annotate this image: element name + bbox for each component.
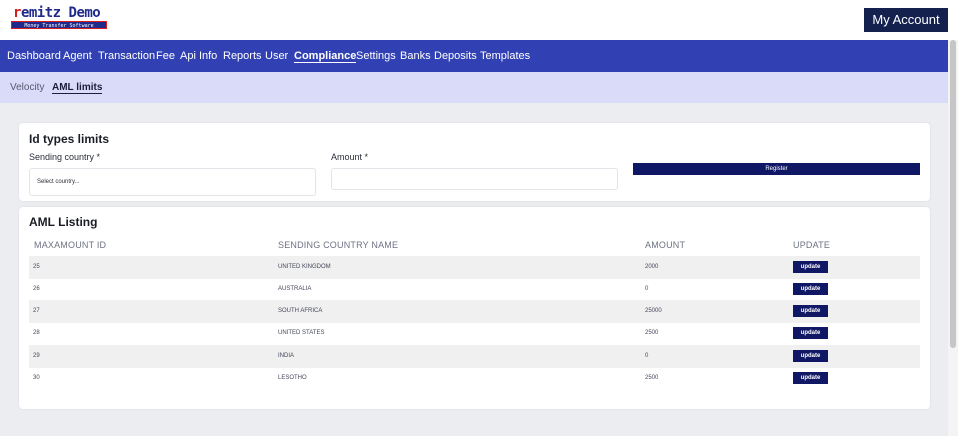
table-row: 28 UNITED STATES 2500 update (29, 322, 920, 345)
nav-item-fee[interactable]: Fee (156, 40, 175, 72)
column-header-sending-country: SENDING COUNTRY NAME (278, 240, 399, 250)
cell-id: 28 (33, 330, 40, 336)
form-title: Id types limits (29, 132, 110, 146)
aml-listing-card: AML Listing MAXAMOUNT ID SENDING COUNTRY… (19, 207, 930, 409)
cell-id: 29 (33, 353, 40, 359)
cell-id: 27 (33, 308, 40, 314)
listing-title: AML Listing (29, 215, 98, 229)
cell-country: SOUTH AFRICA (278, 308, 323, 314)
table-row: 26 AUSTRALIA 0 update (29, 278, 920, 301)
brand-logo[interactable]: remitz Demo Money Transfer Software (11, 5, 108, 30)
column-header-maxamount-id: MAXAMOUNT ID (34, 240, 107, 250)
cell-amount: 2500 (645, 330, 659, 336)
logo-text: remitz Demo (13, 5, 101, 21)
update-button[interactable]: update (793, 372, 828, 384)
amount-label: Amount * (331, 152, 369, 162)
update-button[interactable]: update (793, 261, 828, 273)
sending-country-label: Sending country * (29, 152, 101, 162)
cell-country: UNITED KINGDOM (278, 264, 331, 270)
update-button[interactable]: update (793, 305, 828, 317)
register-button[interactable]: Register (633, 163, 920, 175)
logo-tagline: Money Transfer Software (11, 21, 107, 29)
cell-country: LESOTHO (278, 375, 307, 381)
nav-item-dashboard[interactable]: Dashboard (7, 40, 61, 72)
sending-country-select[interactable]: Select country... (29, 168, 316, 196)
nav-item-reports[interactable]: Reports (223, 40, 262, 72)
cell-id: 25 (33, 264, 40, 270)
column-header-update: UPDATE (793, 240, 831, 250)
nav-item-templates[interactable]: Templates (480, 40, 530, 72)
table-row: 25 UNITED KINGDOM 2000 update (29, 256, 920, 279)
cell-amount: 0 (645, 353, 649, 359)
nav-item-banks[interactable]: Banks (400, 40, 431, 72)
table-row: 27 SOUTH AFRICA 25000 update (29, 300, 920, 323)
cell-id: 26 (33, 286, 40, 292)
subnav-item-aml-limits[interactable]: AML limits (52, 72, 103, 103)
nav-item-agent[interactable]: Agent (63, 40, 92, 72)
table-row: 30 LESOTHO 2500 update (29, 367, 920, 390)
amount-input[interactable] (331, 168, 618, 190)
cell-country: INDIA (278, 353, 295, 359)
nav-item-compliance[interactable]: Compliance (294, 40, 357, 72)
column-header-amount: AMOUNT (645, 240, 686, 250)
nav-item-user[interactable]: User (265, 40, 288, 72)
cell-country: UNITED STATES (278, 330, 325, 336)
cell-amount: 2500 (645, 375, 659, 381)
update-button[interactable]: update (793, 283, 828, 295)
update-button[interactable]: update (793, 327, 828, 339)
id-types-limits-card: Id types limits Sending country * Select… (19, 123, 930, 201)
cell-amount: 0 (645, 286, 649, 292)
update-button[interactable]: update (793, 350, 828, 362)
compliance-subnav: Velocity AML limits (0, 72, 948, 103)
cell-amount: 25000 (645, 308, 662, 314)
top-header: remitz Demo Money Transfer Software My A… (0, 0, 958, 40)
my-account-button[interactable]: My Account (864, 8, 948, 32)
cell-amount: 2000 (645, 264, 659, 270)
cell-country: AUSTRALIA (278, 286, 312, 292)
nav-item-deposits[interactable]: Deposits (434, 40, 477, 72)
scrollbar-thumb[interactable] (950, 40, 956, 348)
nav-item-transaction[interactable]: Transaction (98, 40, 155, 72)
page-scrollbar[interactable] (948, 40, 958, 436)
nav-item-settings[interactable]: Settings (356, 40, 396, 72)
main-navbar: Dashboard Agent Transaction Fee Api Info… (0, 40, 948, 72)
cell-id: 30 (33, 375, 40, 381)
nav-item-api-info[interactable]: Api Info (180, 40, 217, 72)
subnav-item-velocity[interactable]: Velocity (10, 72, 44, 103)
table-row: 29 INDIA 0 update (29, 345, 920, 368)
